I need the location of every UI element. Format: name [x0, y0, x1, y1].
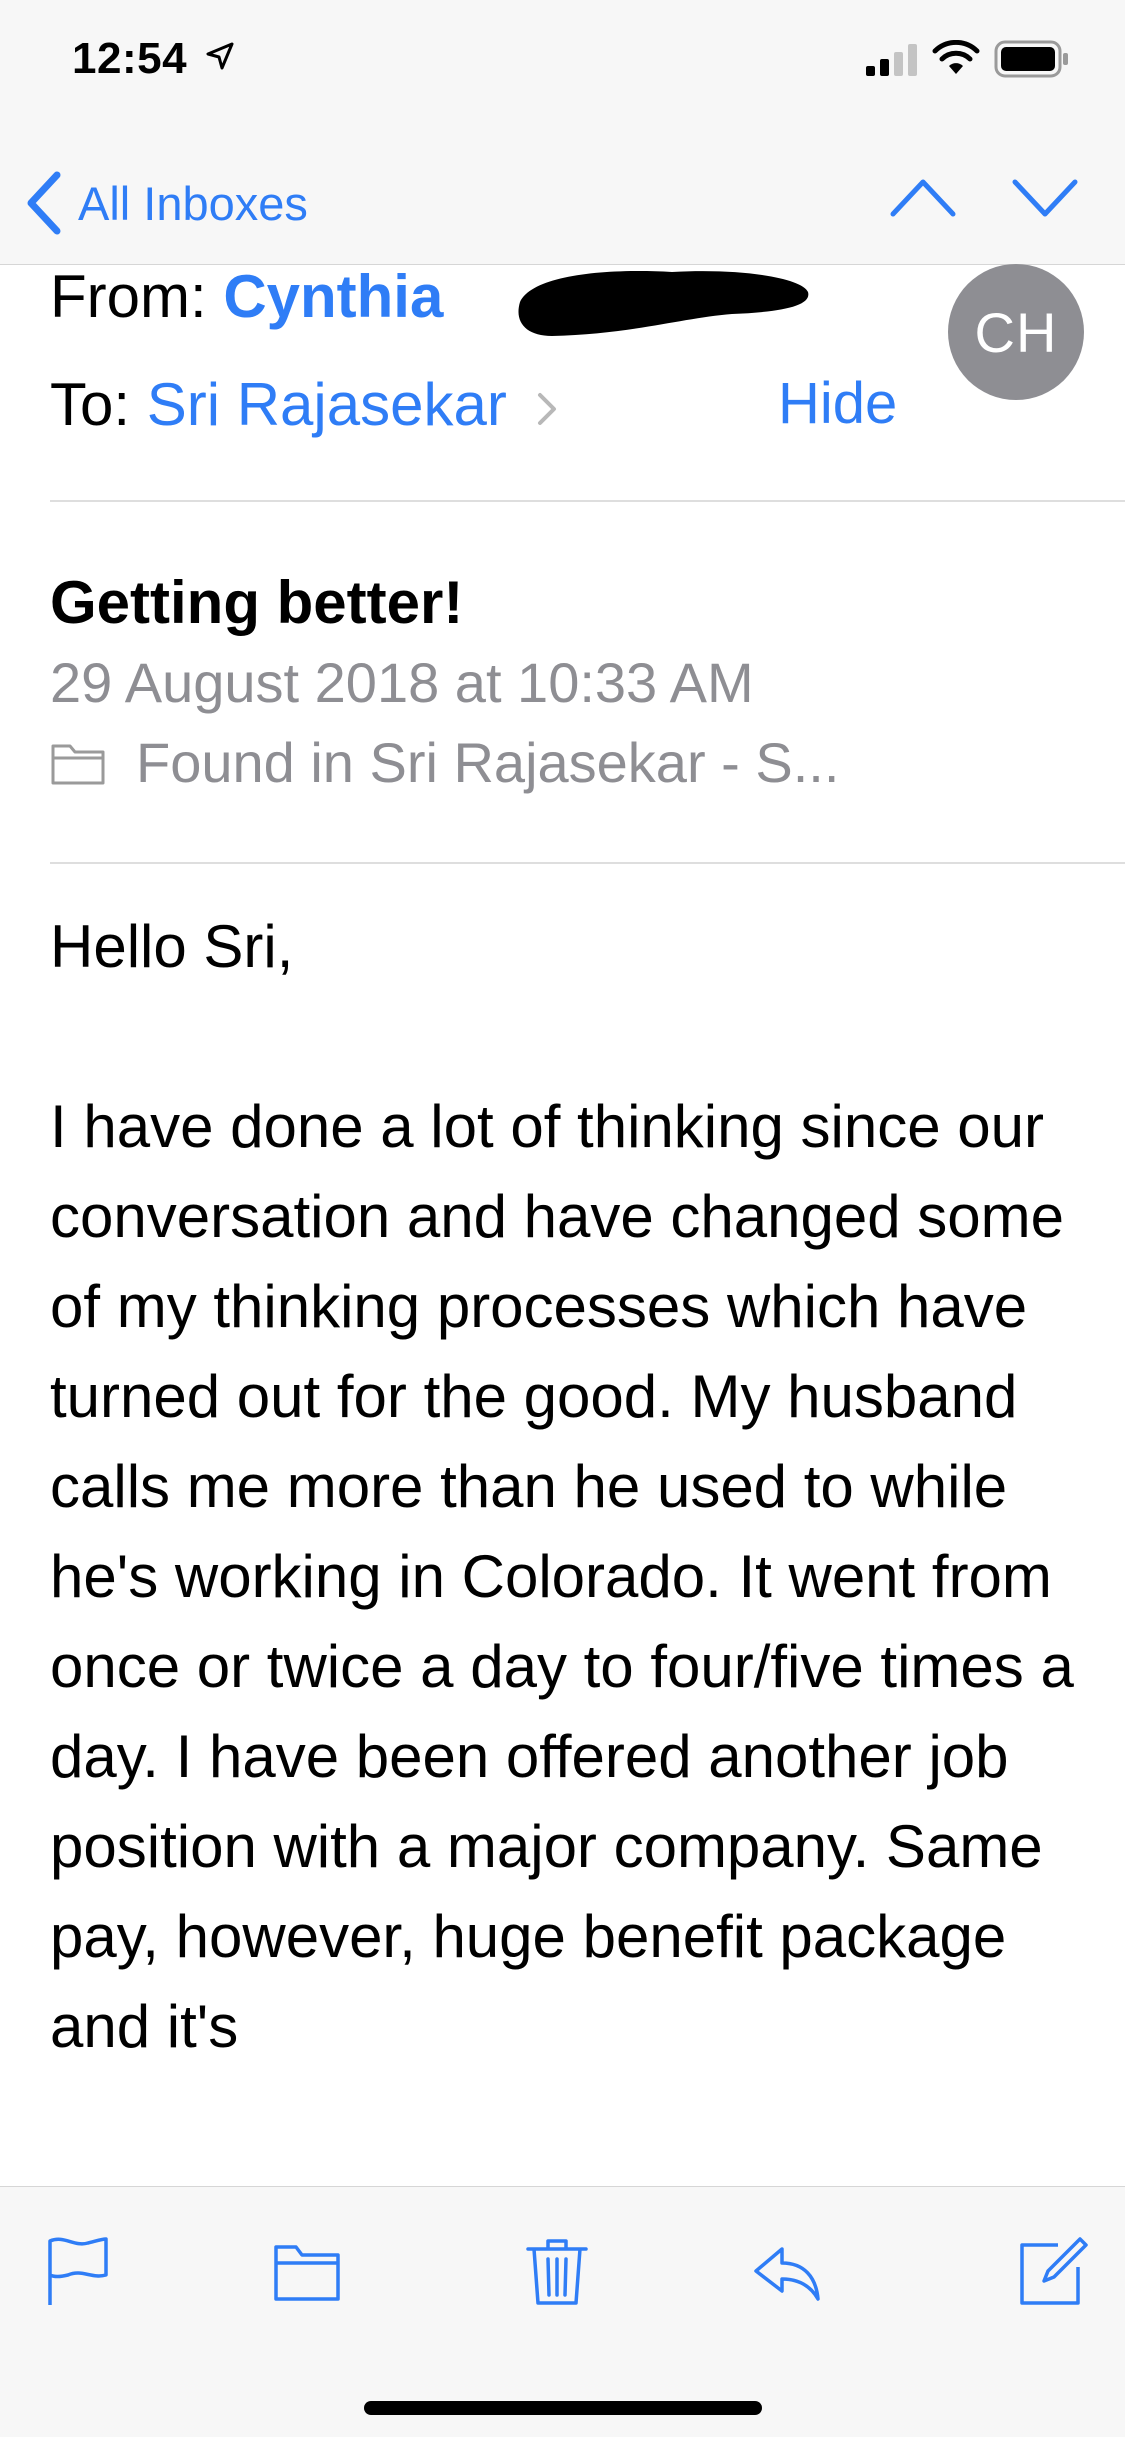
bottom-toolbar	[0, 2186, 1125, 2437]
avatar[interactable]: CH	[948, 264, 1084, 400]
message-body: Hello Sri, I have done a lot of thinking…	[50, 902, 1090, 2072]
navigation-bar: All Inboxes	[0, 130, 1125, 265]
divider	[50, 500, 1125, 502]
chevron-down-icon[interactable]	[1010, 170, 1080, 226]
sender-name[interactable]: Cynthia	[223, 263, 443, 330]
chevron-up-icon[interactable]	[888, 170, 958, 226]
to-row: To: Sri Rajasekar	[50, 370, 558, 439]
redaction-mark	[518, 271, 809, 336]
folder-icon	[51, 744, 105, 784]
message-date: 29 August 2018 at 10:33 AM	[50, 651, 754, 714]
flag-icon[interactable]	[42, 2235, 112, 2307]
folder-info[interactable]: Found in Sri Rajasekar - S...	[50, 730, 839, 795]
message-subject: Getting better!	[50, 569, 464, 636]
battery-icon	[994, 40, 1068, 78]
cellular-signal-icon	[866, 44, 917, 76]
chevron-left-icon	[27, 171, 61, 235]
trash-icon[interactable]	[522, 2235, 592, 2307]
home-indicator[interactable]	[364, 2401, 762, 2415]
to-label: To:	[50, 371, 131, 438]
location-arrow-icon	[206, 42, 234, 70]
folder-label: Found in Sri Rajasekar - S...	[136, 731, 840, 794]
status-bar: 12:54	[0, 0, 1125, 130]
reply-icon[interactable]	[752, 2235, 822, 2307]
status-time: 12:54	[72, 34, 188, 83]
from-row: From: Cynthia	[50, 262, 443, 331]
wifi-icon	[932, 40, 980, 74]
back-button-label: All Inboxes	[78, 176, 308, 230]
from-label: From:	[50, 263, 207, 330]
folder-icon[interactable]	[272, 2235, 342, 2307]
hide-details-button[interactable]: Hide	[778, 370, 897, 437]
message-paragraph: I have done a lot of thinking since our …	[50, 1093, 1074, 2060]
compose-icon[interactable]	[1018, 2235, 1088, 2307]
divider	[50, 862, 1125, 864]
message-greeting: Hello Sri,	[50, 913, 294, 980]
chevron-right-icon	[537, 393, 556, 426]
recipient-name[interactable]: Sri Rajasekar	[147, 371, 507, 438]
back-button[interactable]: All Inboxes	[24, 168, 308, 238]
